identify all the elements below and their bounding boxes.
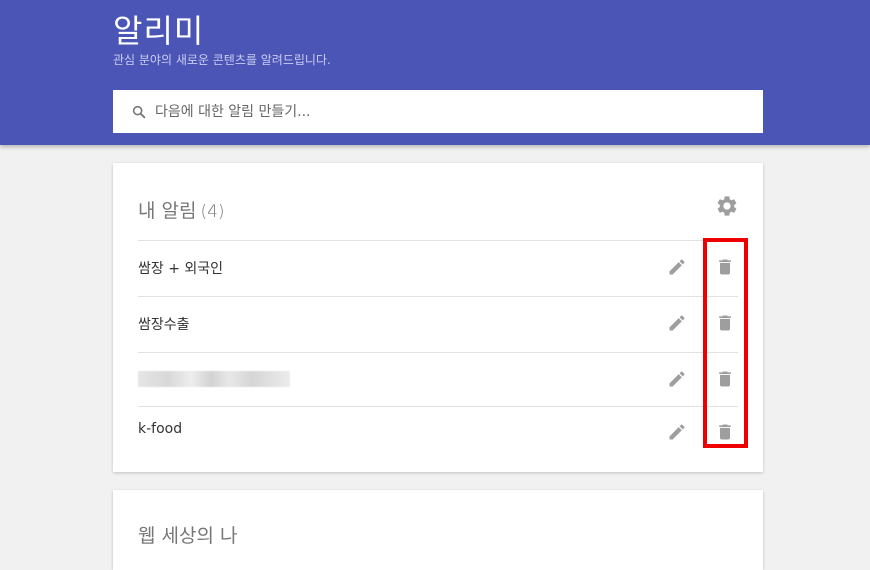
alert-list: 쌈장 + 외국인 쌈장수출 k-food [138,240,738,458]
my-alerts-title-text: 내 알림 [138,200,197,222]
delete-buttons-highlight [703,238,748,448]
alert-row[interactable]: k-food [138,406,738,458]
alert-name[interactable]: k-food [138,421,182,437]
alert-name[interactable]: 쌈장수출 [138,314,190,334]
alert-row[interactable] [138,352,738,406]
app-header: 알리미 관심 분야의 새로운 콘텐츠를 알려드립니다. [0,0,870,145]
search-input[interactable] [153,102,737,121]
search-icon [132,105,146,118]
my-alerts-card: 내 알림 (4) 쌈장 + 외국인 쌈장수출 k-food [113,163,763,472]
pencil-icon[interactable] [667,369,687,389]
pencil-icon[interactable] [667,257,687,277]
app-title: 알리미 [113,12,205,50]
alert-row[interactable]: 쌈장수출 [138,296,738,352]
alerts-count: (4) [200,202,225,222]
alert-row[interactable]: 쌈장 + 외국인 [138,240,738,296]
pencil-icon[interactable] [667,422,687,442]
web-presence-title: 웹 세상의 나 [138,525,238,547]
search-box[interactable] [113,90,763,133]
my-alerts-title: 내 알림 (4) [138,196,225,223]
gear-icon[interactable] [715,194,739,218]
pencil-icon[interactable] [667,313,687,333]
app-subtitle: 관심 분야의 새로운 콘텐츠를 알려드립니다. [113,53,331,67]
web-presence-card: 웹 세상의 나 [113,490,763,570]
alert-name[interactable]: 쌈장 + 외국인 [138,258,223,278]
redacted-alert-name[interactable] [138,371,290,387]
